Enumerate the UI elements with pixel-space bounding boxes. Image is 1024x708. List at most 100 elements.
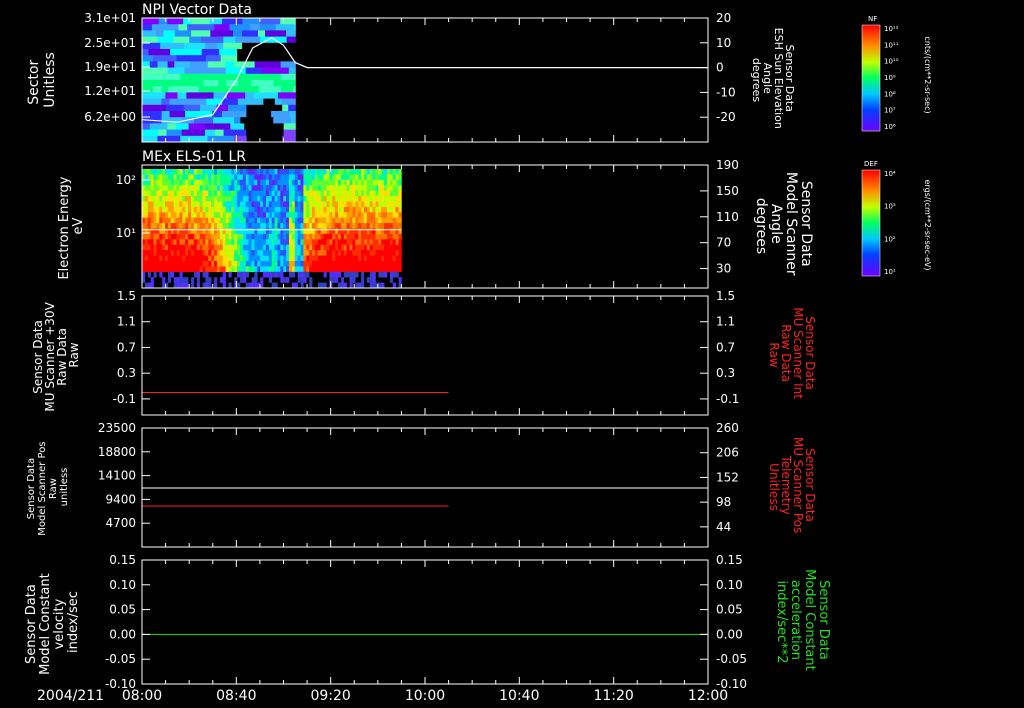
els-bin xyxy=(205,277,209,283)
els-bin xyxy=(323,282,327,288)
els-bin xyxy=(274,239,278,246)
els-bin xyxy=(300,239,304,246)
npi-bin xyxy=(271,111,291,118)
els-bin xyxy=(219,206,224,213)
els-bin xyxy=(211,201,215,208)
els-bin xyxy=(309,255,313,262)
els-bin xyxy=(297,271,301,278)
els-bin xyxy=(274,201,278,208)
npi-bin xyxy=(164,73,181,81)
els-bin xyxy=(329,266,333,273)
els-bin xyxy=(289,185,293,191)
els-bin xyxy=(323,174,327,181)
els-bin xyxy=(392,282,396,288)
els-bin xyxy=(363,179,368,186)
els-bin xyxy=(323,169,327,175)
els-bin xyxy=(398,196,402,202)
els-bin xyxy=(381,223,385,229)
left-y-tick-label: 0.7 xyxy=(117,340,136,354)
els-bin xyxy=(378,169,382,175)
els-bin xyxy=(176,244,180,251)
els-bin xyxy=(395,255,399,262)
els-bin xyxy=(144,282,149,288)
els-bin xyxy=(240,255,244,262)
npi-bin xyxy=(258,86,282,93)
colorbar-tick-label: 10¹⁰ xyxy=(884,58,899,66)
els-bin xyxy=(378,239,382,246)
els-bin xyxy=(199,206,203,213)
els-bin xyxy=(381,217,385,224)
els-bin xyxy=(222,277,226,283)
els-bin xyxy=(283,260,287,267)
els-bin xyxy=(182,266,186,273)
els-bin xyxy=(280,169,284,175)
els-bin xyxy=(196,196,200,202)
npi-bin xyxy=(290,49,296,56)
els-bin xyxy=(242,239,247,246)
els-bin xyxy=(395,179,399,186)
els-bin xyxy=(372,255,376,262)
els-bin xyxy=(300,190,304,197)
els-bin xyxy=(338,282,342,288)
els-bin xyxy=(257,212,261,218)
els-bin xyxy=(173,277,177,283)
els-bin xyxy=(338,223,342,229)
els-bin xyxy=(355,250,359,256)
els-bin xyxy=(162,250,166,256)
els-bin xyxy=(378,174,382,181)
els-bin xyxy=(144,239,149,246)
els-bin xyxy=(392,190,396,197)
npi-bin xyxy=(201,49,212,56)
els-bin xyxy=(150,255,154,262)
npi-bin xyxy=(229,24,251,31)
els-bin xyxy=(222,201,226,208)
els-bin xyxy=(245,169,249,175)
els-bin xyxy=(240,250,244,256)
panel2-y2label-3: Angle xyxy=(768,204,784,244)
els-bin xyxy=(173,201,177,208)
els-bin xyxy=(349,201,353,208)
els-bin xyxy=(176,260,180,267)
els-bin xyxy=(387,179,391,186)
els-bin xyxy=(173,206,177,213)
els-bin xyxy=(363,174,368,181)
els-bin xyxy=(185,223,189,229)
els-bin xyxy=(167,169,172,175)
els-bin xyxy=(355,239,359,246)
els-bin xyxy=(185,190,189,197)
npi-bin xyxy=(234,117,241,124)
els-bin xyxy=(274,190,278,197)
els-bin xyxy=(352,201,356,208)
left-y-tick-label: 0.3 xyxy=(117,366,136,380)
npi-bin xyxy=(214,24,230,31)
els-bin xyxy=(219,190,224,197)
npi-bin xyxy=(142,135,158,142)
els-bin xyxy=(179,206,183,213)
npi-bin xyxy=(254,61,282,69)
els-bin xyxy=(320,179,324,186)
els-bin xyxy=(361,169,365,175)
els-bin xyxy=(271,190,275,197)
els-bin xyxy=(237,217,241,224)
els-bin xyxy=(271,185,275,191)
npi-bin xyxy=(142,73,166,81)
els-bin xyxy=(389,223,394,229)
els-bin xyxy=(202,190,206,197)
npi-bin xyxy=(245,92,255,100)
els-bin xyxy=(338,255,342,262)
els-bin xyxy=(335,277,339,283)
els-bin xyxy=(291,233,296,240)
els-bin xyxy=(372,201,376,208)
npi-bin xyxy=(157,61,169,69)
els-bin xyxy=(286,250,290,256)
els-bin xyxy=(329,250,333,256)
els-bin xyxy=(162,244,166,251)
els-bin xyxy=(314,255,319,262)
panel2-ylabel-1: Electron Energy xyxy=(57,176,72,279)
els-bin xyxy=(156,239,160,246)
els-bin xyxy=(335,244,339,251)
els-bin xyxy=(153,223,157,229)
els-bin xyxy=(231,206,235,213)
els-bin xyxy=(260,250,264,256)
els-bin xyxy=(242,185,247,191)
